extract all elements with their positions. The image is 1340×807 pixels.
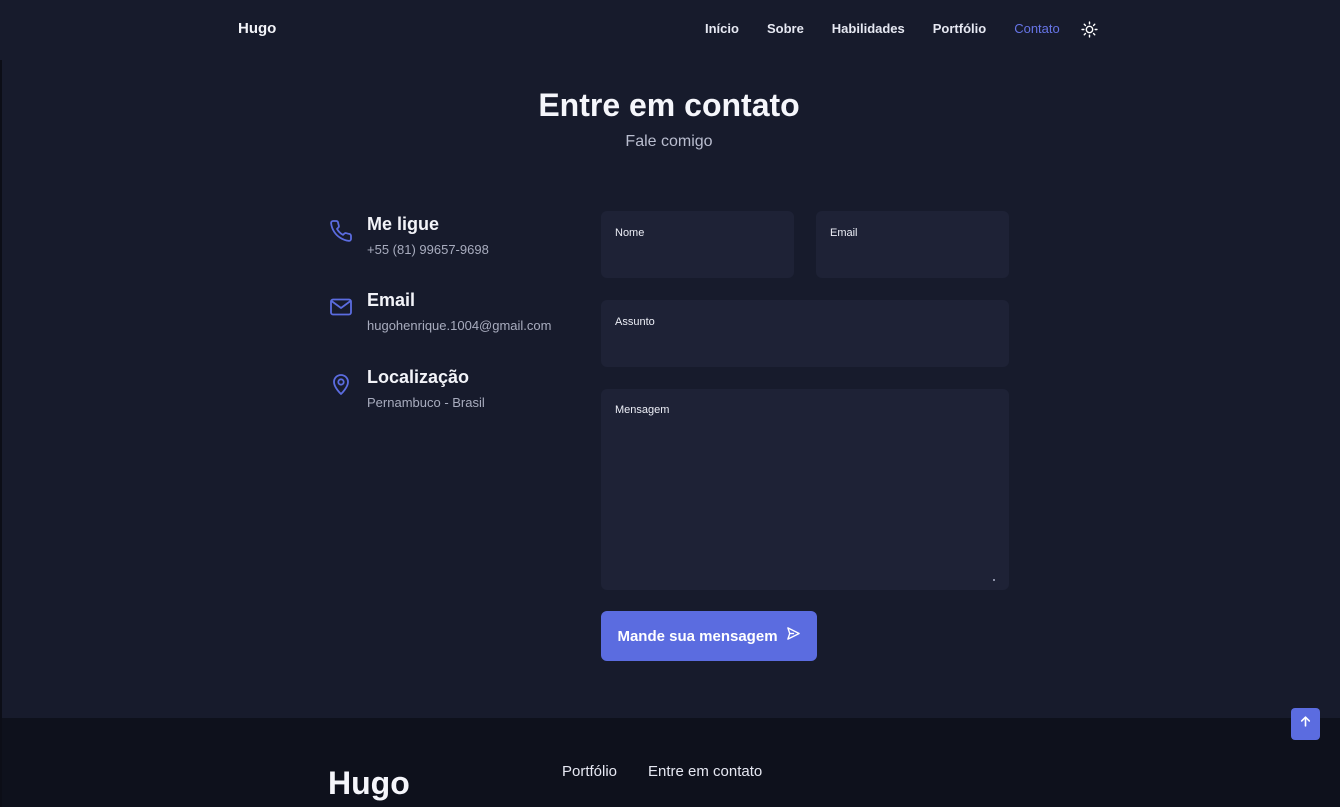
email-field-label: Email xyxy=(830,227,858,239)
footer-link-contato[interactable]: Entre em contato xyxy=(648,763,762,780)
logo[interactable]: Hugo xyxy=(238,20,276,37)
message-field[interactable]: Mensagem xyxy=(601,389,1009,590)
send-message-label: Mande sua mensagem xyxy=(617,627,778,645)
footer: Hugo Portfólio Entre em contato xyxy=(2,718,1340,807)
message-field-label: Mensagem xyxy=(615,404,670,416)
contact-email-value: hugohenrique.1004@gmail.com xyxy=(367,318,552,333)
contact-email-title: Email xyxy=(367,290,416,310)
subject-field[interactable]: Assunto xyxy=(601,300,1009,367)
contact-phone-value: +55 (81) 99657-9698 xyxy=(367,242,489,257)
nav-item-portfolio[interactable]: Portfólio xyxy=(933,21,986,36)
email-field[interactable]: Email xyxy=(816,211,1009,278)
sun-icon[interactable] xyxy=(1081,21,1098,38)
nav-item-sobre[interactable]: Sobre xyxy=(767,21,804,36)
nav-item-habilidades[interactable]: Habilidades xyxy=(832,21,905,36)
phone-icon xyxy=(329,218,353,244)
subject-field-label: Assunto xyxy=(615,316,655,328)
resize-handle[interactable] xyxy=(993,579,995,581)
map-pin-icon xyxy=(329,371,353,397)
header: Hugo Início Sobre Habilidades Portfólio … xyxy=(0,0,1340,60)
contact-phone-title: Me ligue xyxy=(367,214,440,234)
scroll-top-button[interactable] xyxy=(1291,708,1320,740)
nav-item-contato[interactable]: Contato xyxy=(1014,21,1060,36)
nav-item-inicio[interactable]: Início xyxy=(705,21,739,36)
send-message-button[interactable]: Mande sua mensagem xyxy=(601,611,817,661)
name-field-label: Nome xyxy=(615,227,645,239)
footer-link-portfolio[interactable]: Portfólio xyxy=(562,763,617,780)
send-icon xyxy=(786,626,801,646)
footer-logo: Hugo xyxy=(328,765,410,801)
section-subtitle: Fale comigo xyxy=(625,133,713,150)
arrow-up-icon xyxy=(1299,715,1312,733)
nav-menu: Início Sobre Habilidades Portfólio Conta… xyxy=(705,21,1088,36)
contact-location-value: Pernambuco - Brasil xyxy=(367,395,485,410)
section-title: Entre em contato xyxy=(538,87,800,123)
contact-location-title: Localização xyxy=(367,367,470,387)
mail-icon xyxy=(329,294,353,320)
name-field[interactable]: Nome xyxy=(601,211,794,278)
